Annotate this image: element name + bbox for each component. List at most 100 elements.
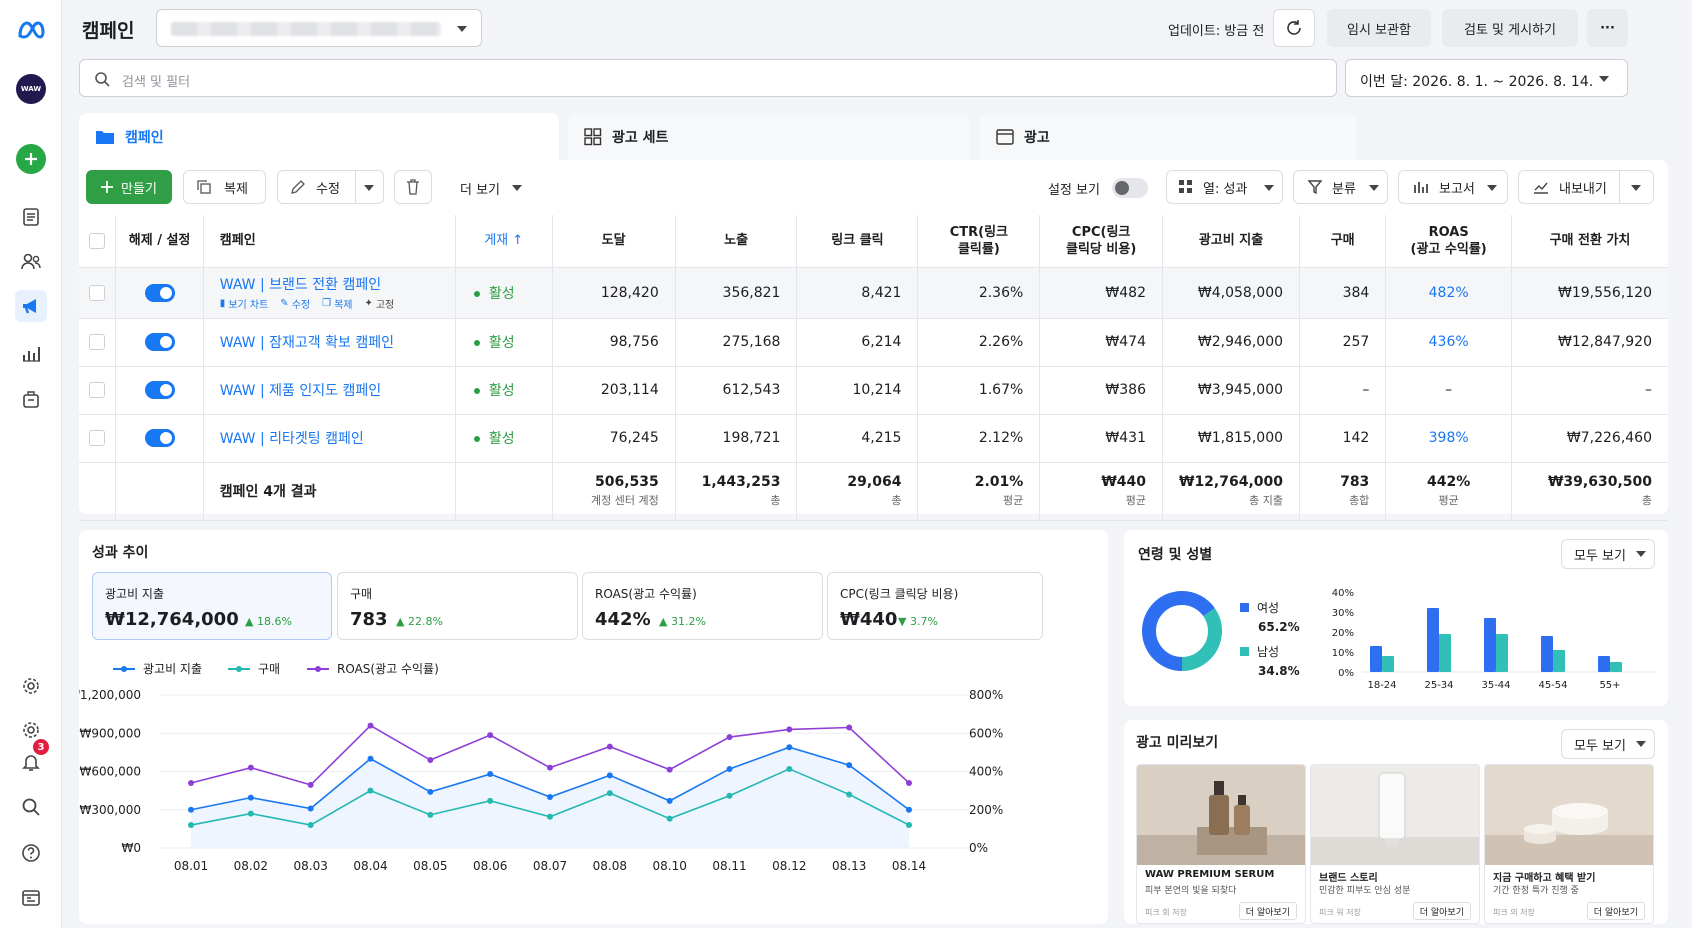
header-cpc[interactable]: CPC(링크 클릭당 비용) — [1039, 215, 1163, 268]
campaigns-megaphone-icon[interactable] — [15, 290, 47, 322]
row-checkbox[interactable] — [89, 430, 106, 446]
create-button[interactable]: 만들기 — [86, 170, 172, 204]
chevron-down-icon[interactable] — [1631, 185, 1641, 191]
learn-more-button[interactable]: 더 알아보기 — [1412, 902, 1471, 920]
refresh-button[interactable] — [1273, 9, 1315, 47]
grid-icon — [584, 127, 602, 145]
chevron-down-icon[interactable] — [364, 185, 374, 191]
campaign-on-toggle[interactable] — [144, 381, 175, 399]
header-reach[interactable]: 도달 — [552, 215, 676, 268]
legend-purchases[interactable]: 구매 — [228, 660, 280, 677]
series-point-1 — [487, 797, 494, 804]
table-row[interactable]: WAW | 제품 인지도 캠페인 활성 203,114 612,543 10,2… — [79, 366, 1668, 415]
delete-button[interactable] — [394, 170, 432, 204]
row-checkbox[interactable] — [89, 284, 106, 301]
legend-spend[interactable]: 광고비 지출 — [113, 660, 202, 677]
campaign-link[interactable]: WAW | 제품 인지도 캠페인 — [220, 383, 381, 399]
search-icon[interactable] — [15, 791, 47, 823]
analytics-bar-icon[interactable] — [15, 337, 47, 369]
header-purchases[interactable]: 구매 — [1299, 215, 1387, 268]
ad-preview-item[interactable]: 브랜드 스토리 민감한 피부도 안심 성분 피크 워 저장 더 알아보기 — [1310, 764, 1480, 924]
tab-ads[interactable]: 광고 — [980, 113, 1356, 160]
edit-action[interactable]: ✎ 수정 — [280, 296, 310, 311]
view-chart-action[interactable]: ▮ 보기 차트 — [220, 296, 269, 311]
meta-logo-icon[interactable] — [15, 14, 47, 46]
header-spend[interactable]: 광고비 지출 — [1162, 215, 1301, 268]
reports-button[interactable]: 보고서 — [1398, 170, 1508, 204]
drafts-button[interactable]: 임시 보관함 — [1327, 9, 1431, 47]
header-ctr[interactable]: CTR(링크 클릭률) — [917, 215, 1041, 268]
totals-value-sub: 총 — [1641, 494, 1652, 507]
more-dropdown[interactable]: 더 보기 — [460, 179, 500, 198]
header-link-clicks[interactable]: 링크 클릭 — [796, 215, 919, 268]
help-icon[interactable] — [15, 837, 47, 869]
settings-view-toggle[interactable] — [1112, 178, 1148, 198]
kpi-delta: ▲ 22.8% — [396, 615, 443, 628]
table-row[interactable]: WAW | 리타겟팅 캠페인 활성 76,245 198,721 4,215 2… — [79, 414, 1668, 463]
row-checkbox[interactable] — [89, 334, 106, 350]
row-checkbox[interactable] — [89, 382, 106, 398]
settings-gear-icon[interactable] — [15, 670, 47, 702]
kpi-card-cpc[interactable]: CPC(링크 클릭당 비용) ₩440 ▼ 3.7% — [827, 572, 1043, 640]
ad-preview-title: 광고 미리보기 — [1136, 735, 1219, 751]
learn-more-button[interactable]: 더 알아보기 — [1586, 902, 1645, 920]
x-tick-label: 08.01 — [174, 859, 208, 873]
x-tick-label: 08.05 — [413, 859, 447, 873]
kpi-card-purchases[interactable]: 구매 783 ▲ 22.8% — [337, 572, 578, 640]
ad-preview-dropdown[interactable]: 모두 보기 — [1561, 729, 1655, 759]
redacted-campaign-name — [171, 22, 441, 36]
campaign-link[interactable]: WAW | 리타겟팅 캠페인 — [220, 431, 364, 447]
demographics-dropdown[interactable]: 모두 보기 — [1561, 539, 1655, 569]
legend-roas[interactable]: ROAS(광고 수익률) — [307, 660, 439, 677]
header-toggle[interactable]: 해제 / 설정 — [115, 215, 204, 268]
series-point-2 — [367, 722, 374, 729]
x-tick-label: 18-24 — [1367, 680, 1396, 691]
legend-label: ROAS(광고 수익률) — [337, 662, 439, 676]
campaign-on-toggle[interactable] — [144, 283, 175, 302]
create-plus-icon[interactable] — [16, 144, 46, 174]
audience-icon[interactable] — [15, 246, 47, 278]
search-filter-bar[interactable]: 검색 및 필터 — [79, 59, 1337, 97]
header-roas[interactable]: ROAS (광고 수익률) — [1385, 215, 1512, 268]
totals-spend: ₩12,764,000 총 지출 — [1162, 462, 1301, 521]
ad-preview-item[interactable]: 지금 구매하고 혜택 받기 기간 한정 특가 진행 중 피크 의 저장 더 알아… — [1484, 764, 1654, 924]
campaign-on-toggle[interactable] — [144, 429, 175, 447]
header-delivery[interactable]: 게재 ↑ — [455, 215, 553, 268]
reports-panel-icon[interactable] — [15, 882, 47, 914]
campaign-on-toggle[interactable] — [144, 333, 175, 351]
learn-more-button[interactable]: 더 알아보기 — [1238, 902, 1297, 920]
campaign-link[interactable]: WAW | 브랜드 전환 캠페인 — [220, 274, 439, 294]
campaign-selector[interactable] — [156, 9, 482, 47]
table-row[interactable]: WAW | 잠재고객 확보 캠페인 활성 98,756 275,168 6,21… — [79, 318, 1668, 367]
select-all-checkbox[interactable] — [89, 232, 106, 249]
header-campaign[interactable]: 캠페인 — [203, 215, 456, 268]
tab-campaigns[interactable]: 캠페인 — [79, 113, 559, 160]
date-range-picker[interactable]: 이번 달: 2026. 8. 1. ~ 2026. 8. 14. — [1345, 59, 1628, 97]
kpi-card-roas[interactable]: ROAS(광고 수익률) 442% ▲ 31.2% — [582, 572, 823, 640]
pin-action[interactable]: ✦ 고정 — [364, 296, 394, 311]
totals-roas-value: 442% — [1427, 474, 1471, 490]
account-avatar[interactable]: WAW — [16, 74, 46, 104]
row-toggle-cell — [115, 414, 204, 463]
tab-ad-sets[interactable]: 광고 세트 — [568, 113, 969, 160]
more-options-button[interactable]: ··· — [1587, 9, 1628, 47]
duplicate-action[interactable]: ❐ 복제 — [322, 296, 352, 311]
edit-button[interactable]: 수정 — [277, 170, 384, 204]
header-impressions[interactable]: 노출 — [675, 215, 798, 268]
duplicate-button[interactable]: 복제 — [183, 170, 266, 204]
ad-preview-item[interactable]: WAW PREMIUM SERUM 피부 본연의 빛을 되찾다 피크 회 저장 … — [1136, 764, 1306, 924]
columns-button[interactable]: 열: 성과 — [1166, 170, 1283, 204]
business-suitcase-icon[interactable] — [15, 383, 47, 415]
breakdown-button[interactable]: 분류 — [1293, 170, 1388, 204]
header-conversion-value[interactable]: 구매 전환 가치 — [1511, 215, 1668, 268]
export-button[interactable]: 내보내기 — [1518, 170, 1654, 204]
reach-cell: 76,245 — [552, 414, 676, 463]
y-left-tick-label: ₩600,000 — [80, 765, 142, 779]
overview-icon[interactable] — [15, 201, 47, 233]
campaign-link[interactable]: WAW | 잠재고객 확보 캠페인 — [220, 335, 394, 351]
kpi-card-spend[interactable]: 광고비 지출 ₩12,764,000 ▲ 18.6% — [92, 572, 332, 640]
table-row[interactable]: WAW | 브랜드 전환 캠페인 ▮ 보기 차트 ✎ 수정 ❐ 복제 ✦ 고정 활성 1… — [79, 267, 1668, 319]
review-publish-button[interactable]: 검토 및 게시하기 — [1442, 9, 1578, 47]
kpi-delta: ▲ 18.6% — [245, 615, 292, 628]
y-tick-label: 30% — [1332, 608, 1354, 619]
